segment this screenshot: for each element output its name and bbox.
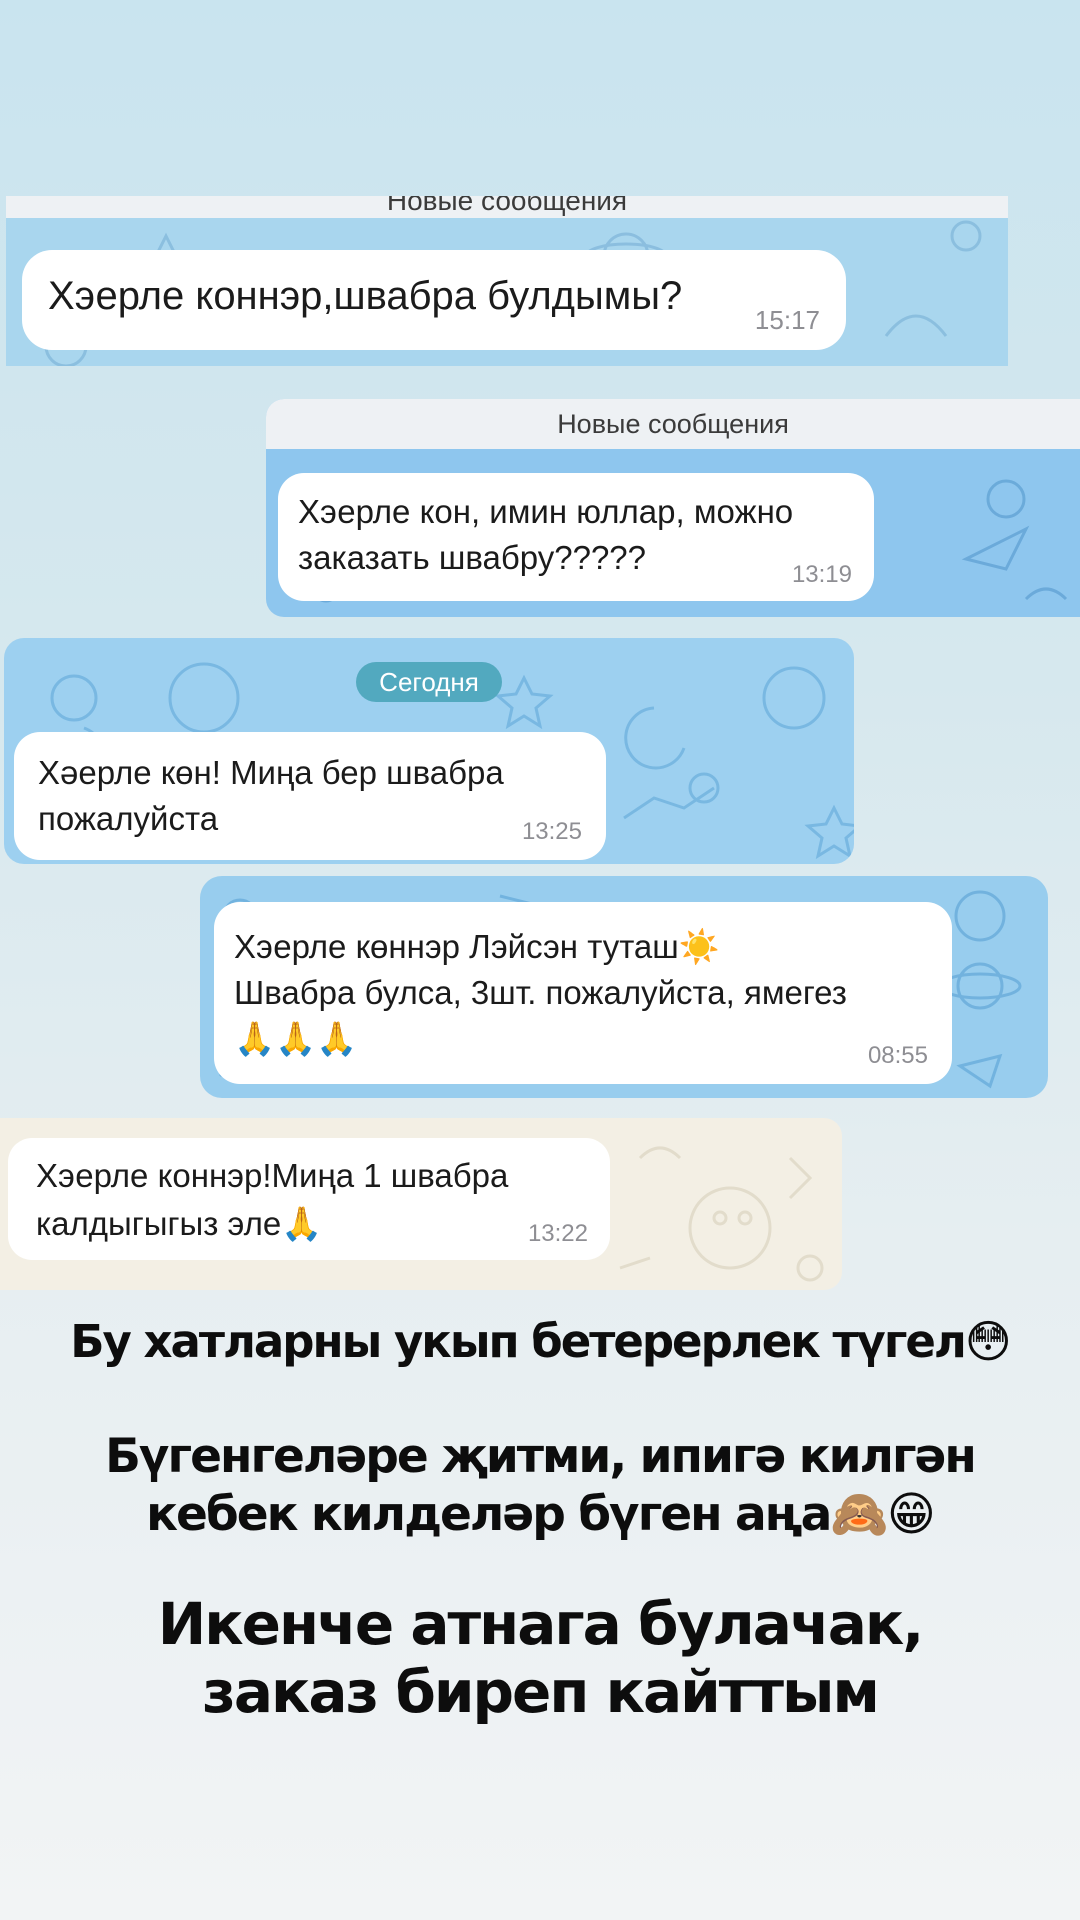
- date-separator-pill: Сегодня: [356, 662, 502, 702]
- message-time: 13:25: [521, 818, 582, 845]
- message-bubble[interactable]: Хәерле көн! Миңа бер швабра пожалуйста 1…: [14, 732, 606, 860]
- message-bubble[interactable]: Хэерле коннэр,швабра булдымы? 15:17: [22, 250, 846, 350]
- separator-label: Новые сообщения: [386, 196, 628, 216]
- new-messages-separator: Новые сообщения: [6, 196, 1008, 218]
- message-bubble[interactable]: Хэерле көннэр Лэйсэн туташ☀️ Швабра булс…: [214, 902, 952, 1084]
- caption-line-3: Икенче атнага булачак, заказ биреп кайтт…: [157, 1590, 925, 1726]
- separator-label: Новые сообщения: [557, 409, 789, 439]
- story-canvas: { "screenshot_1": { "separator_label": "…: [0, 0, 1080, 1920]
- new-messages-separator: Новые сообщения: [266, 399, 1080, 449]
- message-text: Хэерле кон, имин юллар, можно заказать ш…: [298, 493, 794, 576]
- message-time: 08:55: [867, 1042, 928, 1069]
- message-text: Хэерле коннэр,швабра булдымы?: [48, 274, 683, 318]
- message-bubble[interactable]: Хэерле кон, имин юллар, можно заказать ш…: [278, 473, 874, 601]
- chat-screenshot-2: Новые сообщения Хэерле кон, имин юллар, …: [266, 399, 1080, 617]
- caption-line-2: Бүгенгеләре җитми, ипигә килгән кебек ки…: [105, 1429, 977, 1542]
- message-text: Хәерле көн! Миңа бер швабра пожалуйста: [38, 754, 504, 837]
- chat-screenshot-1: Новые сообщения Хэерле коннэр,швабра бул…: [6, 196, 1008, 366]
- message-bubble[interactable]: Хэерле коннэр!Миңа 1 швабра калдыгыгыз э…: [8, 1138, 610, 1260]
- chat-screenshot-5: Хэерле коннэр!Миңа 1 швабра калдыгыгыз э…: [0, 1118, 842, 1290]
- caption-line-1: Бу хатларны укып бетерерлек түгел😳: [70, 1315, 1012, 1368]
- message-time: 13:22: [527, 1220, 588, 1247]
- message-time: 13:19: [791, 561, 852, 588]
- message-text: Хэерле көннэр Лэйсэн туташ☀️ Швабра булс…: [234, 928, 847, 1057]
- chat-screenshot-3: Сегодня Хәерле көн! Миңа бер швабра пожа…: [4, 638, 854, 864]
- message-text: Хэерле коннэр!Миңа 1 швабра калдыгыгыз э…: [36, 1157, 509, 1242]
- message-time: 15:17: [754, 305, 820, 335]
- date-label: Сегодня: [379, 667, 479, 697]
- chat-screenshot-4: Хэерле көннэр Лэйсэн туташ☀️ Швабра булс…: [200, 876, 1048, 1098]
